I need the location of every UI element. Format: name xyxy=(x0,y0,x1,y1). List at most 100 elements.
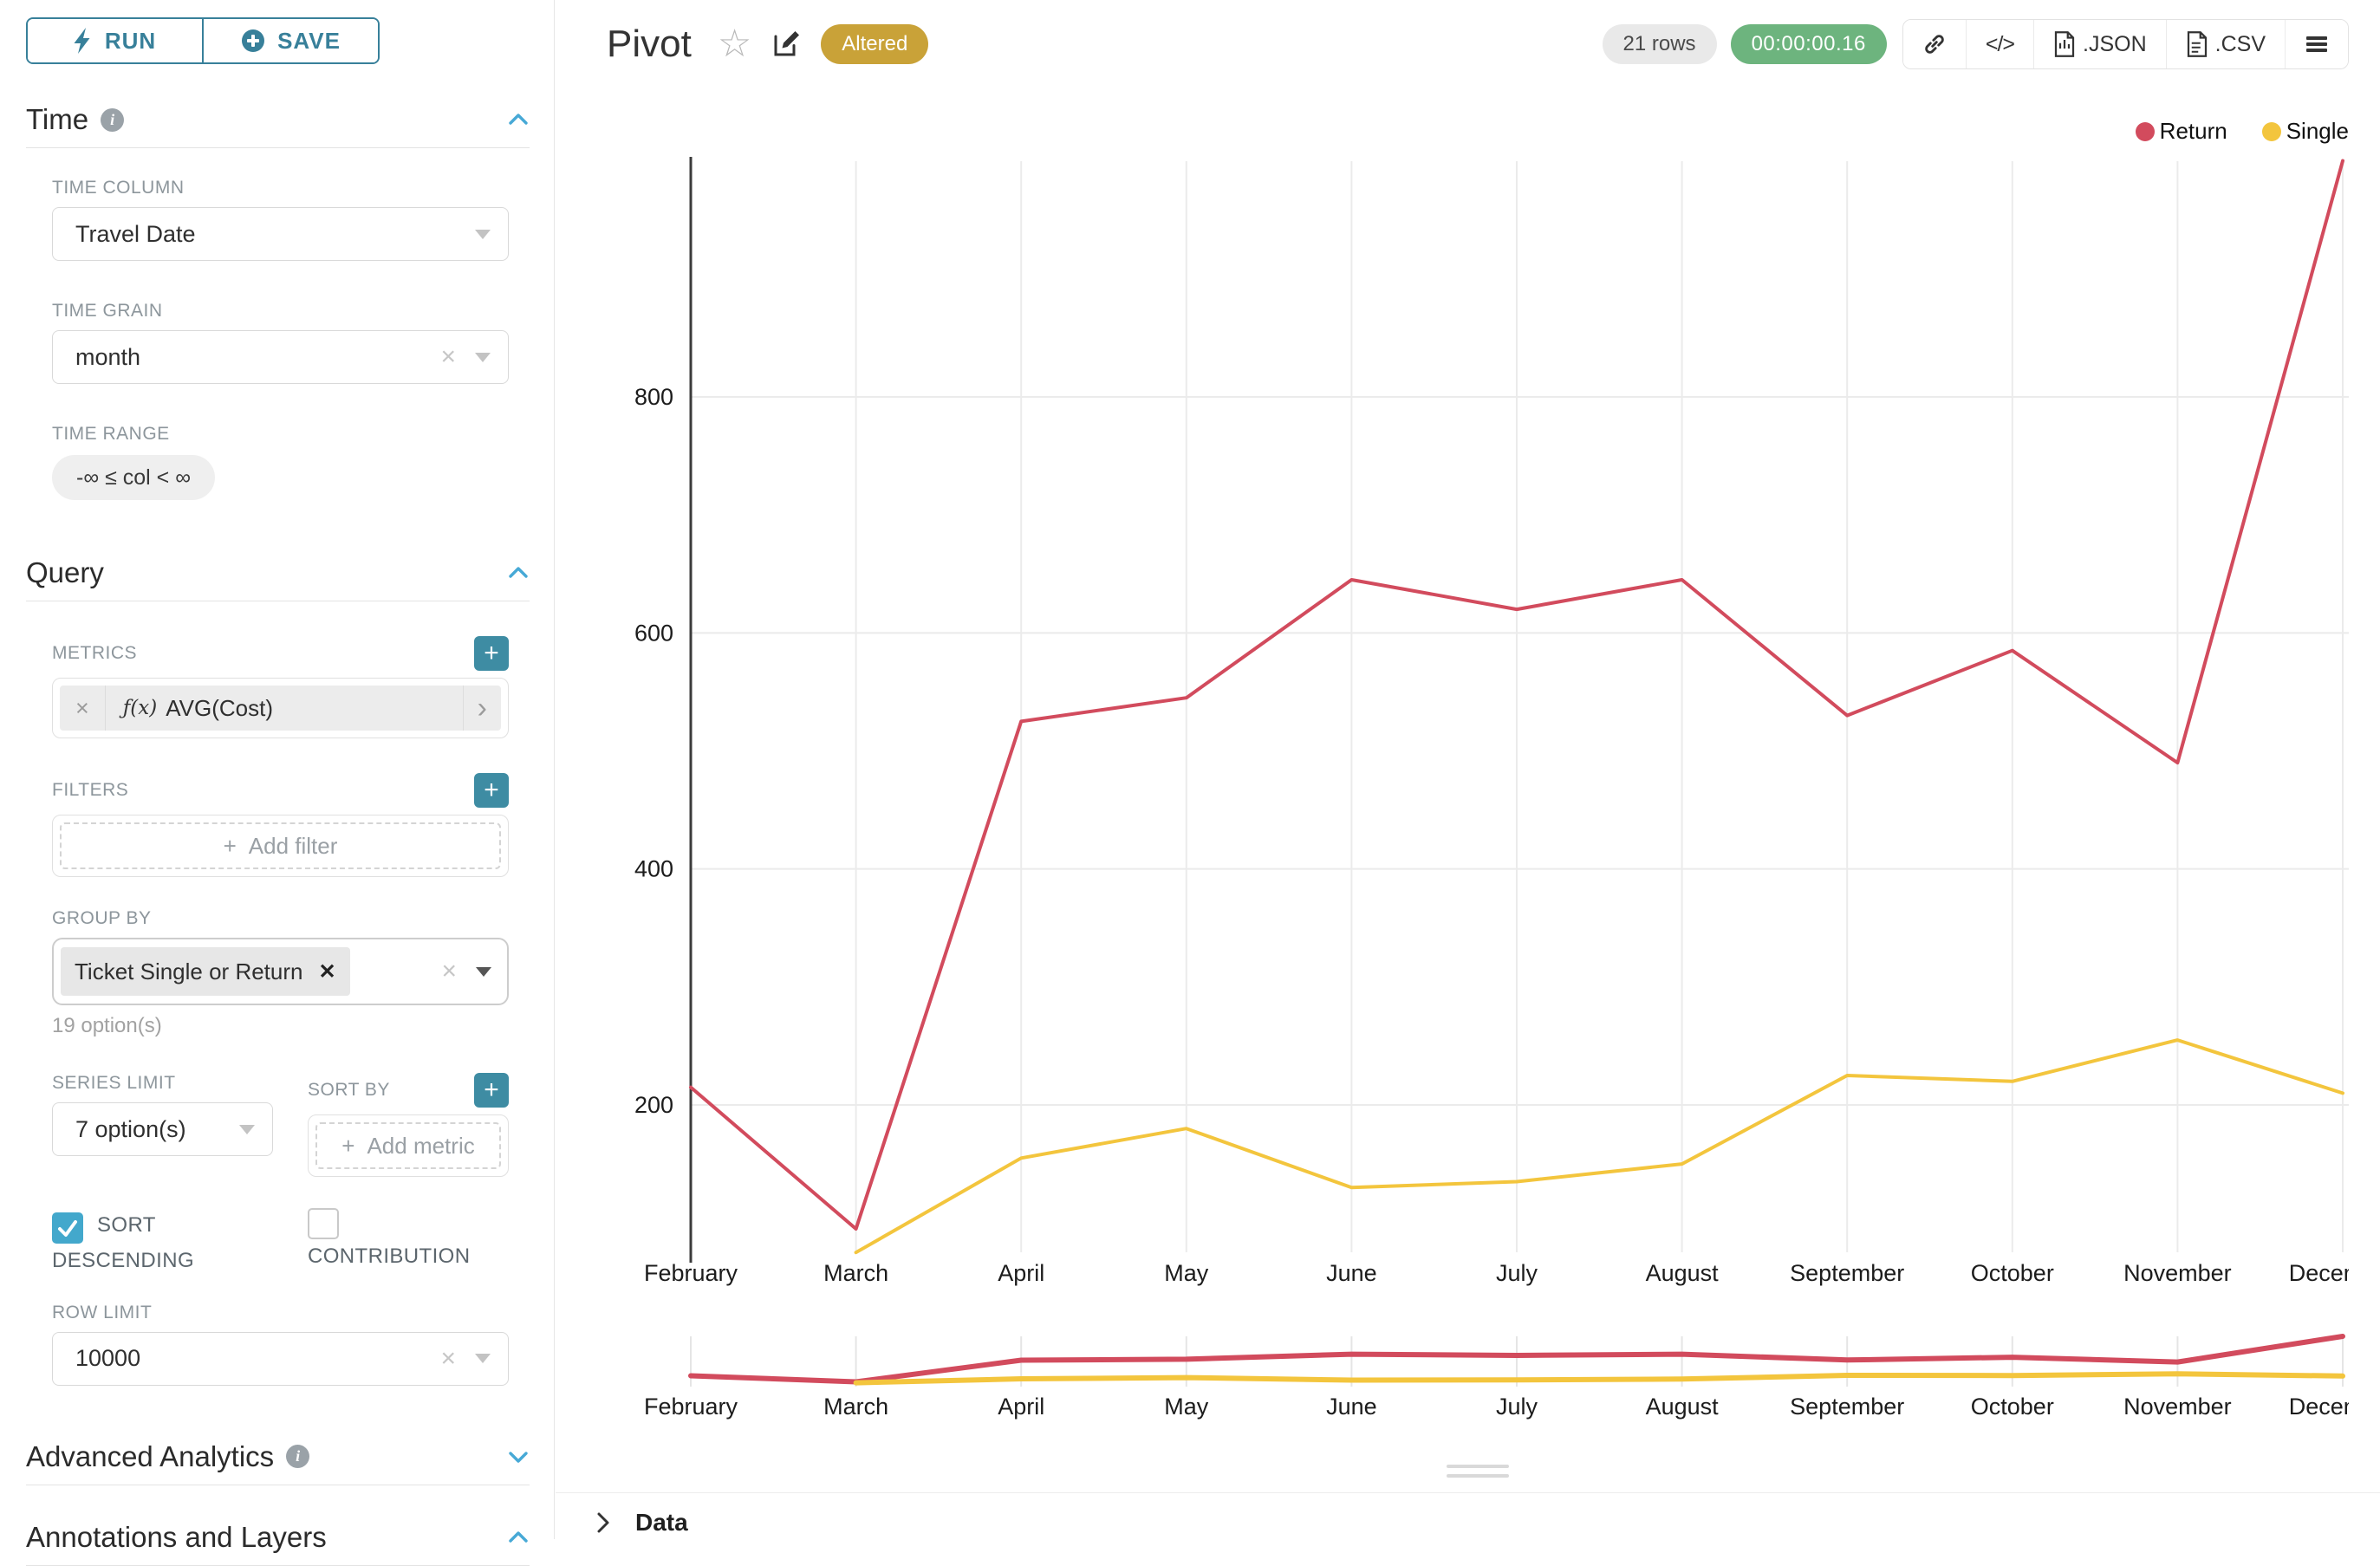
run-button-label: RUN xyxy=(105,28,156,55)
series-line-single xyxy=(856,1040,2343,1252)
expand-metric-icon[interactable]: › xyxy=(463,686,501,731)
chevron-down-icon[interactable] xyxy=(507,1446,530,1468)
add-metric-button[interactable]: + xyxy=(474,636,509,671)
time-column-label: TIME COLUMN xyxy=(52,178,509,198)
time-grain-select[interactable]: month × xyxy=(52,330,509,384)
add-metric-label: Add metric xyxy=(367,1133,474,1160)
run-button[interactable]: RUN xyxy=(28,19,204,62)
filters-box: + Add filter xyxy=(52,815,509,877)
x-axis-label: February xyxy=(644,1260,738,1286)
caret-down-icon xyxy=(239,1125,255,1134)
panel-resize-handle[interactable] xyxy=(1447,1465,1509,1484)
time-grain-label: TIME GRAIN xyxy=(52,301,509,322)
x-axis-label: May xyxy=(1164,1260,1209,1286)
clear-icon[interactable]: × xyxy=(440,1344,456,1374)
query-section-header[interactable]: Query xyxy=(26,556,530,590)
plus-circle-icon xyxy=(241,29,265,53)
advanced-analytics-header[interactable]: Advanced Analytics i xyxy=(26,1439,530,1474)
series-limit-select[interactable]: 7 option(s) xyxy=(52,1102,273,1156)
sort-by-label: SORT BY xyxy=(308,1080,390,1101)
x-axis-label: December xyxy=(2289,1260,2349,1286)
mini-x-axis-label: May xyxy=(1164,1394,1209,1420)
info-icon: i xyxy=(286,1445,309,1468)
data-panel-title: Data xyxy=(635,1509,688,1537)
group-by-select[interactable]: Ticket Single or Return ✕ × xyxy=(52,938,509,1005)
mini-x-axis-label: July xyxy=(1496,1394,1538,1420)
row-limit-label: ROW LIMIT xyxy=(52,1303,509,1323)
clear-icon[interactable]: × xyxy=(441,957,457,986)
caret-down-icon xyxy=(475,353,491,362)
x-axis-label: August xyxy=(1646,1260,1720,1286)
x-axis-label: April xyxy=(998,1260,1044,1286)
chart-panel: Pivot ☆ Altered 21 rows 00:00:00.16 </> xyxy=(556,0,2380,1539)
mini-x-axis-label: June xyxy=(1326,1394,1377,1420)
contribution-label: CONTRIBUTION xyxy=(308,1244,470,1268)
clear-icon[interactable]: × xyxy=(440,342,456,372)
annotations-header[interactable]: Annotations and Layers xyxy=(26,1520,530,1555)
metric-value: AVG(Cost) xyxy=(166,695,273,722)
contribution-field[interactable]: CONTRIBUTION xyxy=(308,1208,509,1278)
row-limit-value: 10000 xyxy=(75,1345,440,1372)
filters-header-row: FILTERS + xyxy=(52,773,509,808)
brush-minichart-canvas[interactable]: FebruaryMarchAprilMayJuneJulyAugustSepte… xyxy=(572,1328,2349,1423)
time-grain-value: month xyxy=(75,344,440,371)
mini-x-axis-label: December xyxy=(2289,1394,2349,1420)
y-axis-label: 400 xyxy=(634,856,673,882)
add-sort-metric-dropzone[interactable]: + Add metric xyxy=(315,1122,501,1169)
x-axis-label: September xyxy=(1790,1260,1904,1286)
time-range-label: TIME RANGE xyxy=(52,424,509,445)
x-axis-label: March xyxy=(823,1260,888,1286)
chevron-up-icon[interactable] xyxy=(507,108,530,131)
chevron-up-icon[interactable] xyxy=(507,562,530,584)
metrics-header-row: METRICS + xyxy=(52,636,509,671)
remove-tag-icon[interactable]: ✕ xyxy=(318,959,335,984)
mini-x-axis-label: October xyxy=(1971,1394,2054,1420)
main-chart-canvas[interactable]: 200400600800FebruaryMarchAprilMayJuneJul… xyxy=(572,0,2349,1326)
group-by-tag[interactable]: Ticket Single or Return ✕ xyxy=(61,947,350,996)
run-save-button-group: RUN SAVE xyxy=(26,17,380,64)
sort-descending-checkbox[interactable] xyxy=(52,1212,83,1244)
y-axis-label: 200 xyxy=(634,1092,673,1118)
time-section-header[interactable]: Time i xyxy=(26,102,530,137)
mini-x-axis-label: February xyxy=(644,1394,738,1420)
mini-x-axis-label: March xyxy=(823,1394,888,1420)
metric-pill[interactable]: × ƒ(x) AVG(Cost) › xyxy=(60,686,501,731)
plus-icon: + xyxy=(341,1133,354,1160)
function-icon: ƒ(x) xyxy=(123,697,157,719)
add-sort-metric-button[interactable]: + xyxy=(474,1073,509,1108)
group-by-label: GROUP BY xyxy=(52,908,509,929)
mini-x-axis-label: November xyxy=(2123,1394,2232,1420)
caret-down-icon xyxy=(475,230,491,239)
mini-x-axis-label: August xyxy=(1646,1394,1720,1420)
bolt-icon xyxy=(74,28,93,54)
add-filter-dropzone[interactable]: + Add filter xyxy=(60,822,501,869)
y-axis-label: 800 xyxy=(634,384,673,410)
mini-series-line-single xyxy=(856,1374,2343,1382)
x-axis-label: October xyxy=(1971,1260,2054,1286)
plus-icon: + xyxy=(224,833,237,860)
filters-label: FILTERS xyxy=(52,780,128,801)
save-button[interactable]: SAVE xyxy=(204,19,378,62)
mini-x-axis-label: April xyxy=(998,1394,1044,1420)
row-limit-select[interactable]: 10000 × xyxy=(52,1332,509,1386)
contribution-checkbox[interactable] xyxy=(308,1208,339,1239)
query-section-title: Query xyxy=(26,556,104,589)
divider xyxy=(26,147,530,148)
remove-metric-icon[interactable]: × xyxy=(60,686,106,731)
series-limit-label: SERIES LIMIT xyxy=(52,1073,273,1094)
add-filter-label: Add filter xyxy=(249,833,338,860)
y-axis-label: 600 xyxy=(634,620,673,646)
caret-down-icon xyxy=(476,967,491,977)
group-by-tag-label: Ticket Single or Return xyxy=(75,958,302,985)
control-panel-sidebar: RUN SAVE Time i TIME COLUMN Travel Date … xyxy=(0,0,555,1539)
chevron-up-icon[interactable] xyxy=(507,1526,530,1549)
save-button-label: SAVE xyxy=(277,28,341,55)
time-range-pill[interactable]: -∞ ≤ col < ∞ xyxy=(52,455,215,500)
advanced-analytics-title: Advanced Analytics xyxy=(26,1440,274,1473)
sort-descending-field[interactable]: SORT DESCENDING xyxy=(52,1208,273,1278)
caret-down-icon xyxy=(475,1354,491,1363)
time-column-select[interactable]: Travel Date xyxy=(52,207,509,261)
add-filter-button[interactable]: + xyxy=(474,773,509,808)
metrics-box: × ƒ(x) AVG(Cost) › xyxy=(52,678,509,738)
data-panel-header[interactable]: Data xyxy=(556,1492,2380,1537)
